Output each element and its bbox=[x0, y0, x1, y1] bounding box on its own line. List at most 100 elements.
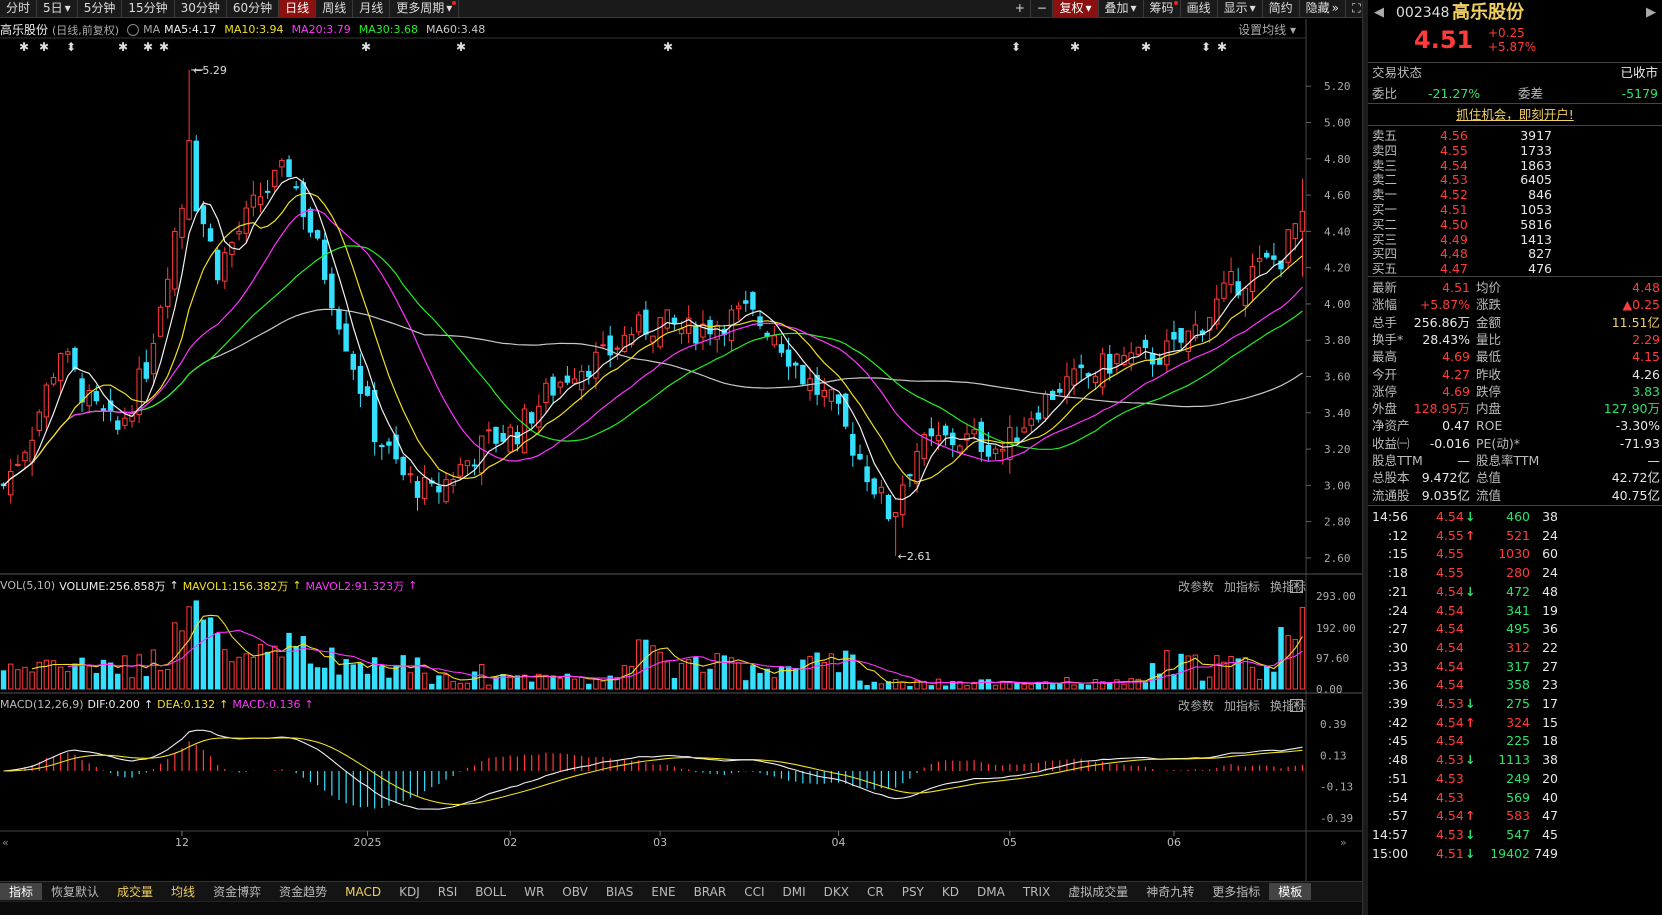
indicator-tab[interactable]: 资金趋势 bbox=[270, 883, 336, 900]
gear-icon[interactable] bbox=[127, 23, 140, 36]
app-window: { "toolbar":{"items":[ {"label":"分时","se… bbox=[0, 0, 1662, 915]
ask-row[interactable]: 卖五 4.56 3917 bbox=[1368, 128, 1662, 143]
event-marker-icon[interactable]: ⬍ bbox=[1201, 40, 1211, 54]
chevron-right-icon[interactable]: ▶ bbox=[1646, 2, 1656, 24]
vol-params-button[interactable]: 改参数 bbox=[1178, 578, 1214, 595]
event-marker-icon[interactable]: ✱ bbox=[19, 40, 29, 54]
toolbar-button-7[interactable]: 简约 bbox=[1263, 0, 1300, 18]
toolbar-button-1[interactable]: − bbox=[1031, 0, 1054, 18]
period-tab-7[interactable]: 周线 bbox=[316, 0, 354, 18]
event-marker-icon[interactable]: ✱ bbox=[143, 40, 153, 54]
indicator-tab[interactable]: TRIX bbox=[1014, 885, 1059, 899]
toolbar-button-6[interactable]: 显示 ▾ bbox=[1218, 0, 1263, 18]
indicator-tab[interactable]: 模板 bbox=[1269, 883, 1312, 900]
indicator-tab[interactable]: ENE bbox=[642, 885, 684, 899]
vol-add-indicator-button[interactable]: 加指标 bbox=[1224, 578, 1260, 595]
toolbar-button-0[interactable]: + bbox=[1009, 0, 1032, 18]
toolbar-button-3[interactable]: 叠加 ▾ bbox=[1099, 0, 1144, 18]
event-marker-icon[interactable]: ⬍ bbox=[1011, 40, 1021, 54]
indicator-tab[interactable]: BIAS bbox=[597, 885, 643, 899]
scroll-left-icon[interactable]: « bbox=[2, 836, 9, 849]
volume-bar bbox=[1128, 678, 1134, 690]
toolbar-button-2[interactable]: 复权 ▾ bbox=[1053, 0, 1099, 18]
indicator-tab[interactable]: WR bbox=[515, 885, 553, 899]
event-marker-icon[interactable]: ✱ bbox=[1217, 40, 1227, 54]
candle-body bbox=[971, 429, 977, 435]
close-icon[interactable]: × bbox=[1290, 699, 1303, 712]
candle-body bbox=[43, 384, 50, 418]
indicator-tab[interactable]: KDJ bbox=[390, 885, 429, 899]
candle-body bbox=[436, 485, 442, 493]
volume-bar bbox=[393, 665, 399, 690]
event-marker-icon[interactable]: ✱ bbox=[1141, 40, 1151, 54]
kline-chart[interactable]: 5.20 5.00 4.80 4.60 4.40 4.20 4.00 3.80 3.60 3.40… bbox=[0, 19, 1362, 881]
indicator-tab[interactable]: BOLL bbox=[466, 885, 515, 899]
toolbar-button-4[interactable]: 筹码 bbox=[1144, 0, 1181, 18]
indicator-tab[interactable]: 资金博弈 bbox=[204, 883, 270, 900]
indicator-tab[interactable]: 虚拟成交量 bbox=[1059, 883, 1137, 900]
period-tab-8[interactable]: 月线 bbox=[353, 0, 391, 18]
ask-row[interactable]: 卖一 4.52 846 bbox=[1368, 187, 1662, 202]
period-tab-5[interactable]: 60分钟 bbox=[227, 0, 280, 18]
ask-row[interactable]: 卖三 4.54 1863 bbox=[1368, 158, 1662, 173]
indicator-tab[interactable]: CCI bbox=[735, 885, 773, 899]
ask-row[interactable]: 卖四 4.55 1733 bbox=[1368, 143, 1662, 158]
indicator-tab[interactable]: CR bbox=[858, 885, 893, 899]
bid-row[interactable]: 买五 4.47 476 bbox=[1368, 261, 1662, 276]
event-marker-icon[interactable]: ✱ bbox=[39, 40, 49, 54]
indicator-tab[interactable]: 更多指标 bbox=[1203, 883, 1269, 900]
indicator-tab[interactable]: RSI bbox=[429, 885, 467, 899]
quote-row: 最高 4.69 最低 4.15 bbox=[1372, 349, 1660, 365]
indicator-tab[interactable]: 恢复默认 bbox=[42, 883, 108, 900]
indicator-tab[interactable]: PSY bbox=[893, 885, 933, 899]
indicator-tab[interactable]: BRAR bbox=[685, 885, 736, 899]
event-marker-icon[interactable]: ⬍ bbox=[66, 40, 76, 54]
indicator-tab[interactable]: 均线 bbox=[162, 883, 204, 900]
volume-bar bbox=[1078, 683, 1084, 690]
period-tab-1[interactable]: 5日 ▾ bbox=[37, 0, 78, 18]
period-tab-9[interactable]: 更多周期 ▾ bbox=[390, 0, 460, 18]
toolbar-button-5[interactable]: 画线 bbox=[1181, 0, 1218, 18]
indicator-tab[interactable]: 成交量 bbox=[108, 883, 162, 900]
volume-bar bbox=[685, 658, 692, 690]
event-marker-icon[interactable]: ✱ bbox=[118, 40, 128, 54]
ask-row[interactable]: 卖二 4.53 6405 bbox=[1368, 172, 1662, 187]
indicator-tab[interactable]: DMI bbox=[774, 885, 815, 899]
volume-bar bbox=[814, 652, 820, 690]
event-marker-icon[interactable]: ✱ bbox=[663, 40, 673, 54]
open-account-link[interactable]: 抓住机会，即刻开户! bbox=[1368, 106, 1662, 123]
event-marker-icon[interactable]: ✱ bbox=[361, 40, 371, 54]
close-icon[interactable]: × bbox=[1290, 580, 1303, 593]
macd-axis-label: 0.39 bbox=[1320, 718, 1347, 731]
period-tab-3[interactable]: 15分钟 bbox=[122, 0, 175, 18]
price-axis-label: 4.00 bbox=[1324, 298, 1351, 311]
macd-add-indicator-button[interactable]: 加指标 bbox=[1224, 697, 1260, 714]
indicator-tab[interactable]: DMA bbox=[968, 885, 1014, 899]
period-tab-6[interactable]: 日线 bbox=[279, 0, 317, 18]
bid-row[interactable]: 买三 4.49 1413 bbox=[1368, 232, 1662, 247]
period-tab-4[interactable]: 30分钟 bbox=[175, 0, 227, 18]
indicator-tab[interactable]: 指标 bbox=[0, 883, 43, 900]
volume-bar bbox=[1049, 684, 1056, 690]
chevron-down-icon: ▾ bbox=[1249, 1, 1256, 15]
volume-bar bbox=[1071, 684, 1077, 690]
toolbar-button-8[interactable]: 隐藏» bbox=[1300, 0, 1346, 18]
indicator-tab[interactable]: OBV bbox=[553, 885, 597, 899]
bid-row[interactable]: 买四 4.48 827 bbox=[1368, 246, 1662, 261]
bid-row[interactable]: 买二 4.50 5816 bbox=[1368, 217, 1662, 232]
period-tab-2[interactable]: 5分钟 bbox=[78, 0, 123, 18]
indicator-tab[interactable]: 神奇九转 bbox=[1137, 883, 1203, 900]
scroll-right-icon[interactable]: » bbox=[1340, 836, 1347, 849]
indicator-tab[interactable]: MACD bbox=[336, 885, 390, 899]
volume-bar bbox=[457, 682, 464, 690]
event-marker-icon[interactable]: ✱ bbox=[1070, 40, 1080, 54]
event-marker-icon[interactable]: ✱ bbox=[159, 40, 169, 54]
period-tab-0[interactable]: 分时 bbox=[0, 0, 38, 18]
indicator-tab[interactable]: KD bbox=[933, 885, 968, 899]
bid-row[interactable]: 买一 4.51 1053 bbox=[1368, 202, 1662, 217]
chevron-left-icon[interactable]: ◀ bbox=[1374, 2, 1384, 24]
ma-settings-button[interactable]: 设置均线 ▾ bbox=[1238, 21, 1296, 38]
indicator-tab[interactable]: DKX bbox=[815, 885, 858, 899]
macd-params-button[interactable]: 改参数 bbox=[1178, 697, 1214, 714]
event-marker-icon[interactable]: ✱ bbox=[456, 40, 466, 54]
